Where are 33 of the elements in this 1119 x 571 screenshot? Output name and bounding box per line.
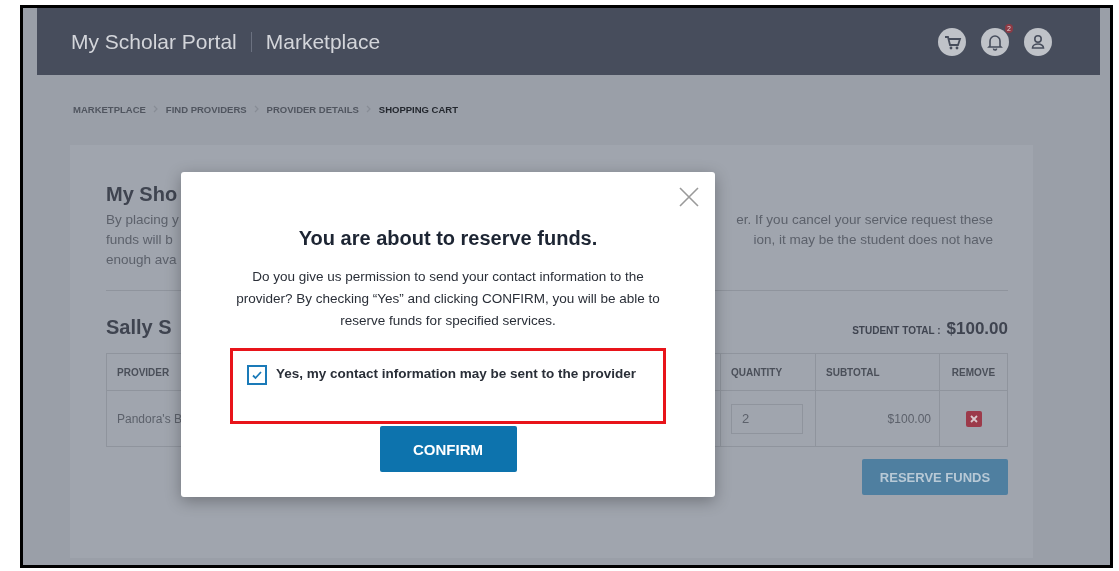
intro-text: By placing y <box>106 211 179 229</box>
intro-text: er. If you cancel your service request these <box>736 211 993 229</box>
dialog-message: Do you give us permission to send your contact information to the provider? By checking “Yes” and clicking CONFIRM, you will be able to reserve funds for specified services. <box>235 268 661 330</box>
cart-title: My Sho <box>106 183 178 206</box>
close-icon[interactable] <box>679 187 699 207</box>
cart-icon[interactable] <box>938 27 966 56</box>
bell-icon[interactable] <box>981 27 1009 56</box>
breadcrumb-link[interactable]: PROVIDER DETAILS <box>266 103 359 115</box>
intro-text: funds will b <box>106 231 173 249</box>
column-header: REMOVE <box>951 366 996 378</box>
check-icon <box>251 369 263 381</box>
intro-text: ion, it may be the student does not have <box>753 231 993 249</box>
dialog-title: You are about to reserve funds. <box>298 227 598 250</box>
section-title: Marketplace <box>265 29 381 54</box>
column-header: PROVIDER <box>117 366 170 378</box>
total-amount: $100.00 <box>946 319 1008 339</box>
consent-checkbox[interactable] <box>247 365 267 385</box>
breadcrumb-link[interactable]: MARKETPLACE <box>73 103 146 115</box>
column-header: QUANTITY <box>731 366 783 378</box>
intro-text: enough ava <box>106 251 177 269</box>
breadcrumb-link[interactable]: FIND PROVIDERS <box>165 103 247 115</box>
remove-icon[interactable] <box>965 410 982 427</box>
total-label: STUDENT TOTAL : <box>852 325 941 336</box>
reserve-funds-button[interactable]: RESERVE FUNDS <box>862 459 1008 495</box>
provider-cell: Pandora's B <box>117 411 182 426</box>
portal-title: My Scholar Portal <box>71 29 237 54</box>
student-name: Sally S <box>106 316 172 339</box>
user-icon[interactable] <box>1024 27 1052 56</box>
confirm-button[interactable]: CONFIRM <box>379 426 517 472</box>
quantity-field[interactable]: 2 <box>731 403 803 434</box>
column-header: SUBTOTAL <box>826 366 880 378</box>
subtotal-cell: $100.00 <box>815 391 939 446</box>
consent-label: Yes, my contact information may be sent to the provider <box>276 366 637 381</box>
